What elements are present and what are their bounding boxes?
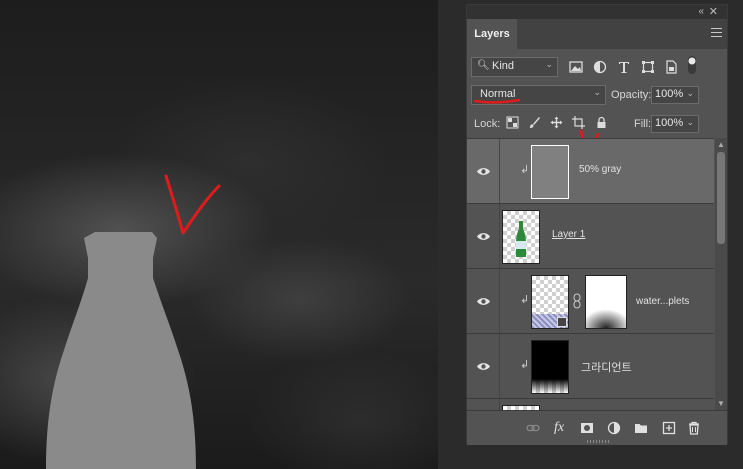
tab-layers[interactable]: Layers [467,19,517,49]
scroll-up-icon[interactable]: ▲ [715,140,727,149]
mask-link-icon[interactable] [573,293,581,309]
panel-tab-row: Layers [467,19,727,49]
red-underline-annotation [473,98,521,104]
adjustment-layer-icon[interactable] [607,421,621,435]
layer-thumbnail[interactable] [531,275,569,329]
chevron-down-icon[interactable]: ⌄ [686,88,694,99]
chevron-down-icon: ⌄ [593,87,601,97]
layer-name[interactable]: 50% gray [579,164,621,175]
layer-list-scrollbar[interactable]: ▲ ▼ [715,138,727,410]
layer-list: ↲ 50% gray Layer 1 ↲ water...plets ↲ 그라디… [467,138,714,411]
layer-name[interactable]: 그라디언트 [581,359,632,375]
layer-row-waterdroplets[interactable]: ↲ water...plets [467,269,714,334]
resize-grip[interactable] [587,440,611,443]
layer-row-50-gray[interactable]: ↲ 50% gray [467,139,714,204]
layer-row-gradient[interactable]: ↲ 그라디언트 [467,334,714,399]
scroll-thumb[interactable] [717,152,725,244]
lock-all-icon[interactable] [595,116,608,129]
panel-title-bar: « ✕ [467,5,727,19]
document-canvas[interactable] [0,0,438,469]
lock-paint-icon[interactable] [528,116,541,129]
eye-visibility-icon[interactable] [476,164,491,179]
fx-icon[interactable]: fx [554,420,564,436]
fill-label: Fill: [634,118,652,130]
layer-thumbnail[interactable] [531,340,569,394]
visibility-divider [499,204,500,268]
opacity-input[interactable]: 100% ⌄ [651,86,699,104]
chevron-down-icon: ⌄ [545,59,553,69]
filter-kind-value: Kind [492,60,515,72]
lock-position-icon[interactable] [550,116,563,129]
layer-mask-thumbnail[interactable] [585,275,627,329]
canvas-artwork [46,174,221,469]
layer-name[interactable]: water...plets [636,296,689,307]
layer-thumbnail[interactable] [531,145,569,199]
bottle-silhouette [46,232,196,469]
opacity-value: 100% [655,88,684,100]
lock-artboard-icon[interactable] [572,116,585,129]
lock-transparent-icon[interactable] [506,116,519,129]
layers-panel: « ✕ Layers 🔍︎ Kind ⌄ Normal ⌄ Opacity: 1… [466,4,728,445]
fill-input[interactable]: 100% ⌄ [651,115,699,133]
clipping-arrow-icon: ↲ [520,164,530,176]
type-filter-icon[interactable] [617,60,631,74]
eye-visibility-icon[interactable] [476,359,491,374]
red-checkmark-canvas [164,174,221,235]
layer-name[interactable]: Layer 1 [552,229,585,240]
pixel-filter-icon[interactable] [569,60,583,74]
filter-toggle-icon[interactable] [687,55,697,75]
layer-row-layer-1[interactable]: Layer 1 [467,204,714,269]
bottle-thumbnail-icon [516,221,526,257]
opacity-label: Opacity: [611,89,652,101]
new-layer-icon[interactable] [662,421,676,435]
visibility-divider [499,269,500,333]
visibility-divider [499,334,500,398]
visibility-divider [499,139,500,203]
hamburger-menu-icon[interactable] [711,28,722,37]
eye-visibility-icon[interactable] [476,294,491,309]
panel-bottom-toolbar: fx [467,410,727,445]
trash-icon[interactable] [687,421,701,435]
adjustment-filter-icon[interactable] [593,60,607,74]
clipping-arrow-icon: ↲ [520,359,530,371]
link-layers-icon[interactable] [526,421,540,435]
close-panel-icon[interactable]: ✕ [709,5,718,18]
collapse-panel-icon[interactable]: « [698,6,703,17]
eye-visibility-icon[interactable] [476,229,491,244]
chevron-down-icon[interactable]: ⌄ [686,117,694,128]
filter-kind-select[interactable]: 🔍︎ Kind ⌄ [471,57,558,77]
group-folder-icon[interactable] [634,421,648,435]
search-icon: 🔍︎ [477,60,490,71]
fill-value: 100% [655,117,684,129]
layer-thumbnail[interactable] [502,210,540,264]
scroll-down-icon[interactable]: ▼ [715,399,727,408]
clipping-arrow-icon: ↲ [520,294,530,306]
add-mask-icon[interactable] [580,421,594,435]
shape-filter-icon[interactable] [641,60,655,74]
smart-object-badge-icon [557,317,567,327]
lock-label: Lock: [474,118,501,130]
smart-object-filter-icon[interactable] [664,60,678,74]
